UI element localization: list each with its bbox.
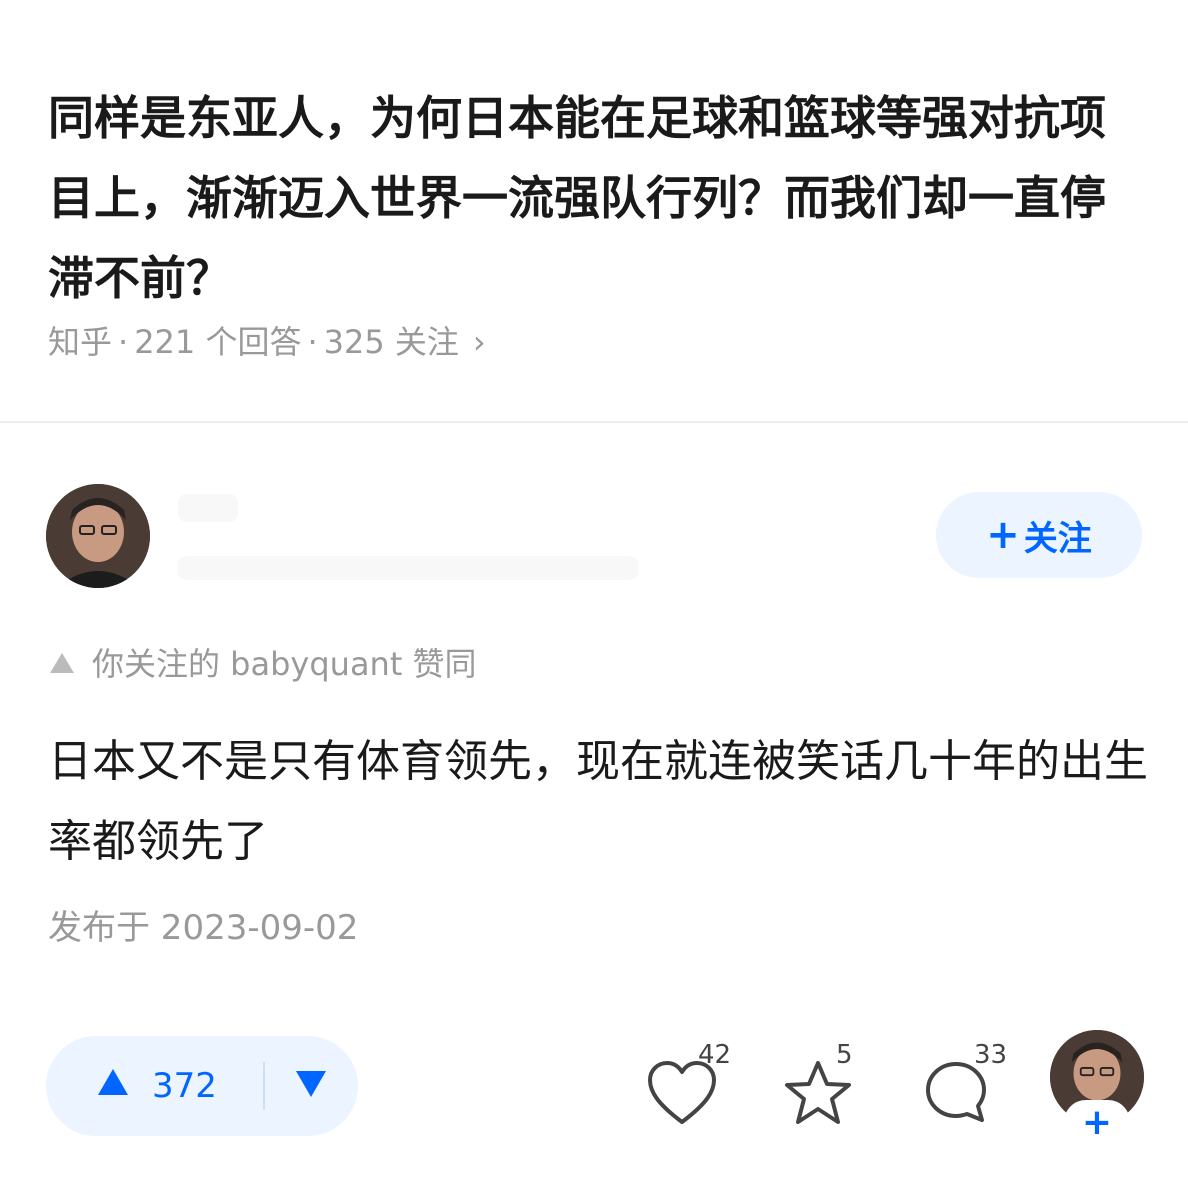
upvote-triangle-icon [48,642,76,686]
answer-content[interactable]: 日本又不是只有体育领先，现在就连被笑话几十年的出生率都领先了 [48,722,1148,882]
author-bio-blurred [178,556,638,580]
follower-count: 325 关注 [323,323,459,361]
author-avatar[interactable] [46,484,150,588]
avatar-follow-plus-button[interactable]: + [1066,1102,1128,1143]
favorite-button[interactable]: 5 [780,1040,870,1130]
meta-separator: · [307,323,318,361]
upvote-button[interactable]: 372 [46,1036,263,1136]
comment-count: 33 [974,1040,1008,1070]
answer-count: 221 个回答 [134,323,302,361]
section-divider [0,421,1188,423]
chevron-right-icon: › [472,323,486,361]
like-count: 42 [698,1040,732,1070]
follow-label: 关注 [1023,518,1092,559]
upvote-count: 372 [152,1066,217,1106]
upvote-icon [96,1066,130,1106]
favorite-count: 5 [836,1040,853,1070]
question-source: 知乎 [48,323,113,361]
question-meta[interactable]: 知乎 · 221 个回答 · 325 关注 › [48,320,486,364]
downvote-button[interactable] [265,1036,358,1136]
author-name-blurred [178,494,238,522]
follow-button[interactable]: + 关注 [936,492,1142,578]
question-title[interactable]: 同样是东亚人，为何日本能在足球和篮球等强对抗项目上，渐渐迈入世界一流强队行列？而… [48,78,1128,318]
meta-separator: · [118,323,129,361]
downvote-icon [294,1069,328,1103]
publish-time: 发布于 2023-09-02 [48,908,359,948]
plus-icon: + [986,512,1020,558]
vote-bar: 372 [46,1036,358,1136]
comment-button[interactable]: 33 [916,1040,1016,1130]
like-button[interactable]: 42 [640,1040,740,1130]
followed-user-voted-hint: 你关注的 babyquant 赞同 [48,642,477,686]
voted-hint-text: 你关注的 babyquant 赞同 [92,645,477,683]
